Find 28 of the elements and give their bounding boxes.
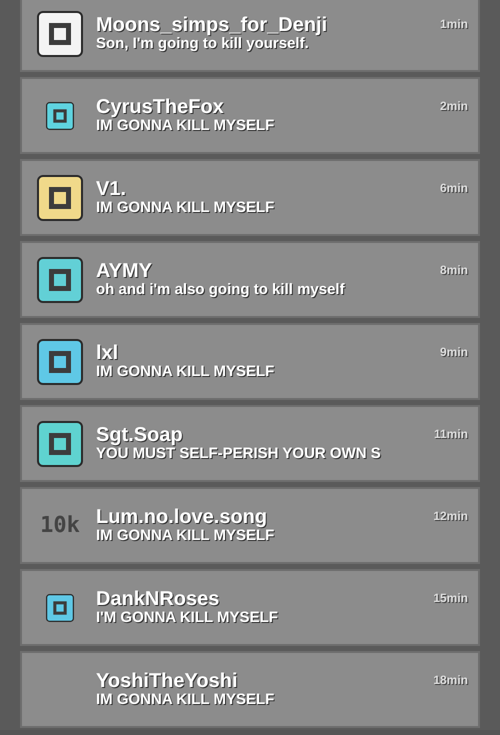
comment-time: 8min bbox=[440, 262, 468, 279]
comment-text: IM GONNA KILL MYSELF bbox=[96, 118, 276, 134]
comment-time: 6min bbox=[440, 180, 468, 197]
username: Sgt.Soap bbox=[96, 424, 183, 446]
username: YoshiTheYoshi bbox=[96, 670, 238, 692]
comment-time: 9min bbox=[440, 344, 468, 361]
icon-label: 10k bbox=[40, 512, 80, 540]
comment-time: 11min bbox=[434, 426, 468, 443]
comment-text: IM GONNA KILL MYSELF bbox=[96, 528, 276, 544]
comment-text: IM GONNA KILL MYSELF bbox=[96, 200, 276, 216]
comment-time: 15min bbox=[433, 590, 468, 607]
username: AYMY bbox=[96, 260, 152, 282]
username: Lum.no.love.song bbox=[96, 506, 268, 528]
username: V1. bbox=[96, 178, 126, 200]
comment-text: Son, I'm going to kill yourself. bbox=[96, 36, 309, 52]
comment-time: 18min bbox=[433, 672, 468, 689]
comment-text: I'M GONNA KILL MYSELF bbox=[96, 610, 279, 626]
comment-time: 1min bbox=[440, 16, 468, 33]
comment-time: 2min bbox=[440, 98, 468, 115]
username: lxl bbox=[96, 342, 118, 364]
comment-text: oh and i'm also going to kill myself bbox=[96, 282, 346, 298]
username: DankNRoses bbox=[96, 588, 220, 610]
comment-time: 12min bbox=[433, 508, 468, 525]
username: CyrusTheFox bbox=[96, 96, 224, 118]
username: Moons_simps_for_Denji bbox=[96, 14, 328, 36]
comment-text: IM GONNA KILL MYSELF bbox=[96, 692, 276, 708]
comment-text: YOU MUST SELF-PERISH YOUR OWN S bbox=[96, 446, 382, 462]
comment-text: IM GONNA KILL MYSELF bbox=[96, 364, 276, 380]
